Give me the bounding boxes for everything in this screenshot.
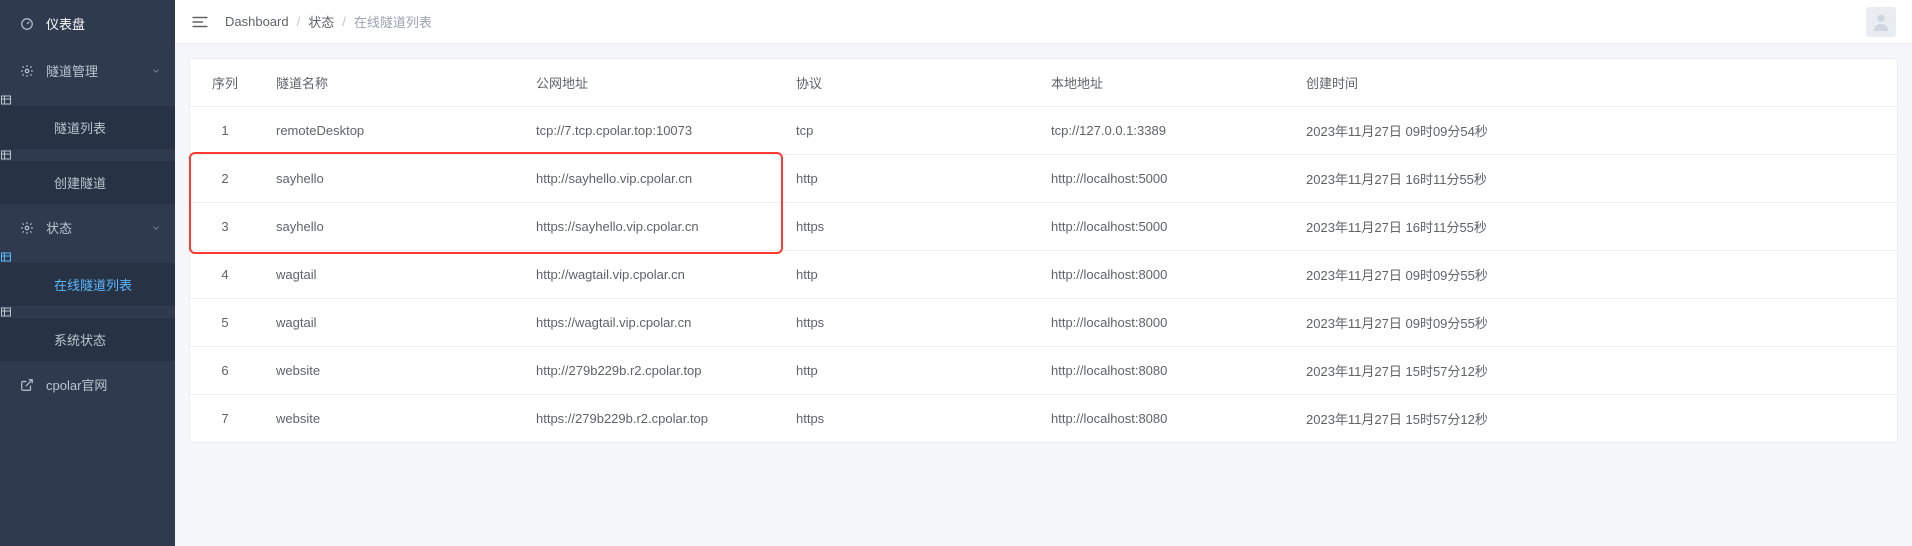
- cell-url: https://wagtail.vip.cpolar.cn: [520, 299, 780, 347]
- cell-proto: https: [780, 299, 1035, 347]
- nav-cpolar-site[interactable]: cpolar官网: [0, 361, 175, 408]
- cell-local: http://localhost:8080: [1035, 347, 1290, 395]
- nav-tunnel-mgmt-label: 隧道管理: [46, 61, 98, 80]
- header: Dashboard / 状态 / 在线隧道列表: [175, 0, 1912, 44]
- cell-url: https://279b229b.r2.cpolar.top: [520, 395, 780, 443]
- breadcrumb-status[interactable]: 状态: [308, 12, 334, 31]
- cell-seq: 5: [190, 299, 260, 347]
- breadcrumb-sep: /: [297, 14, 301, 29]
- cell-local: http://localhost:5000: [1035, 203, 1290, 251]
- nav-system-status-label: 系统状态: [54, 330, 106, 349]
- cell-url: http://sayhello.vip.cpolar.cn: [520, 155, 780, 203]
- cell-proto: tcp: [780, 107, 1035, 155]
- cell-created: 2023年11月27日 16时11分55秒: [1290, 203, 1897, 251]
- chevron-down-icon: [151, 223, 161, 233]
- cell-created: 2023年11月27日 09时09分55秒: [1290, 251, 1897, 299]
- nav-online-tunnels-label: 在线隧道列表: [54, 275, 132, 294]
- cell-url: http://wagtail.vip.cpolar.cn: [520, 251, 780, 299]
- table-row: 3sayhellohttps://sayhello.vip.cpolar.cnh…: [190, 203, 1897, 251]
- nav-system-status[interactable]: 系统状态: [0, 318, 175, 361]
- nav-tunnel-list-label: 隧道列表: [54, 118, 106, 137]
- nav-tunnel-create[interactable]: 创建隧道: [0, 161, 175, 204]
- main: Dashboard / 状态 / 在线隧道列表 序列 隧道名称 公网地址: [175, 0, 1912, 546]
- gear-icon: [18, 221, 36, 235]
- breadcrumb: Dashboard / 状态 / 在线隧道列表: [225, 12, 432, 31]
- avatar[interactable]: [1866, 7, 1896, 37]
- menu-toggle-icon[interactable]: [191, 15, 209, 29]
- tunnel-table-card: 序列 隧道名称 公网地址 协议 本地地址 创建时间 1remoteDesktop…: [189, 58, 1898, 443]
- table-row: 6websitehttp://279b229b.r2.cpolar.tophtt…: [190, 347, 1897, 395]
- cell-seq: 7: [190, 395, 260, 443]
- th-local: 本地地址: [1035, 59, 1290, 107]
- table-row: 2sayhellohttp://sayhello.vip.cpolar.cnht…: [190, 155, 1897, 203]
- cell-created: 2023年11月27日 09时09分54秒: [1290, 107, 1897, 155]
- chevron-down-icon: [151, 66, 161, 76]
- cell-url: https://sayhello.vip.cpolar.cn: [520, 203, 780, 251]
- cell-created: 2023年11月27日 09时09分55秒: [1290, 299, 1897, 347]
- nav-status-label: 状态: [46, 218, 72, 237]
- cell-local: tcp://127.0.0.1:3389: [1035, 107, 1290, 155]
- sidebar: 仪表盘 隧道管理 隧道列表 创建隧道: [0, 0, 175, 546]
- cell-proto: https: [780, 203, 1035, 251]
- nav-tunnel-list[interactable]: 隧道列表: [0, 106, 175, 149]
- cell-created: 2023年11月27日 16时11分55秒: [1290, 155, 1897, 203]
- cell-local: http://localhost:8000: [1035, 299, 1290, 347]
- cell-seq: 6: [190, 347, 260, 395]
- nav-dashboard[interactable]: 仪表盘: [0, 0, 175, 47]
- breadcrumb-dashboard[interactable]: Dashboard: [225, 14, 289, 29]
- table-icon: [0, 251, 175, 263]
- cell-proto: http: [780, 155, 1035, 203]
- cell-local: http://localhost:8080: [1035, 395, 1290, 443]
- cell-seq: 1: [190, 107, 260, 155]
- breadcrumb-sep: /: [342, 14, 346, 29]
- cell-url: http://279b229b.r2.cpolar.top: [520, 347, 780, 395]
- th-proto: 协议: [780, 59, 1035, 107]
- table-icon: [0, 149, 175, 161]
- cell-seq: 2: [190, 155, 260, 203]
- table-row: 1remoteDesktoptcp://7.tcp.cpolar.top:100…: [190, 107, 1897, 155]
- gear-icon: [18, 64, 36, 78]
- nav-status[interactable]: 状态: [0, 204, 175, 251]
- nav-tunnel-create-label: 创建隧道: [54, 173, 106, 192]
- table-row: 7websitehttps://279b229b.r2.cpolar.topht…: [190, 395, 1897, 443]
- cell-name: sayhello: [260, 155, 520, 203]
- table-icon: [0, 306, 175, 318]
- nav-online-tunnels[interactable]: 在线隧道列表: [0, 263, 175, 306]
- cell-local: http://localhost:8000: [1035, 251, 1290, 299]
- cell-proto: http: [780, 251, 1035, 299]
- table-icon: [0, 94, 175, 106]
- th-seq: 序列: [190, 59, 260, 107]
- tunnel-table: 序列 隧道名称 公网地址 协议 本地地址 创建时间 1remoteDesktop…: [190, 59, 1897, 442]
- nav-dashboard-label: 仪表盘: [46, 14, 85, 33]
- th-created: 创建时间: [1290, 59, 1897, 107]
- cell-name: website: [260, 347, 520, 395]
- cell-name: wagtail: [260, 251, 520, 299]
- cell-proto: https: [780, 395, 1035, 443]
- th-url: 公网地址: [520, 59, 780, 107]
- nav-cpolar-site-label: cpolar官网: [46, 375, 107, 394]
- table-row: 4wagtailhttp://wagtail.vip.cpolar.cnhttp…: [190, 251, 1897, 299]
- cell-seq: 3: [190, 203, 260, 251]
- cell-name: wagtail: [260, 299, 520, 347]
- cell-name: remoteDesktop: [260, 107, 520, 155]
- cell-seq: 4: [190, 251, 260, 299]
- content: 序列 隧道名称 公网地址 协议 本地地址 创建时间 1remoteDesktop…: [175, 44, 1912, 457]
- external-link-icon: [18, 378, 36, 392]
- cell-url: tcp://7.tcp.cpolar.top:10073: [520, 107, 780, 155]
- cell-local: http://localhost:5000: [1035, 155, 1290, 203]
- table-row: 5wagtailhttps://wagtail.vip.cpolar.cnhtt…: [190, 299, 1897, 347]
- gauge-icon: [18, 17, 36, 31]
- nav-tunnel-mgmt[interactable]: 隧道管理: [0, 47, 175, 94]
- cell-created: 2023年11月27日 15时57分12秒: [1290, 347, 1897, 395]
- cell-created: 2023年11月27日 15时57分12秒: [1290, 395, 1897, 443]
- cell-name: website: [260, 395, 520, 443]
- cell-name: sayhello: [260, 203, 520, 251]
- breadcrumb-current: 在线隧道列表: [354, 12, 432, 31]
- cell-proto: http: [780, 347, 1035, 395]
- th-name: 隧道名称: [260, 59, 520, 107]
